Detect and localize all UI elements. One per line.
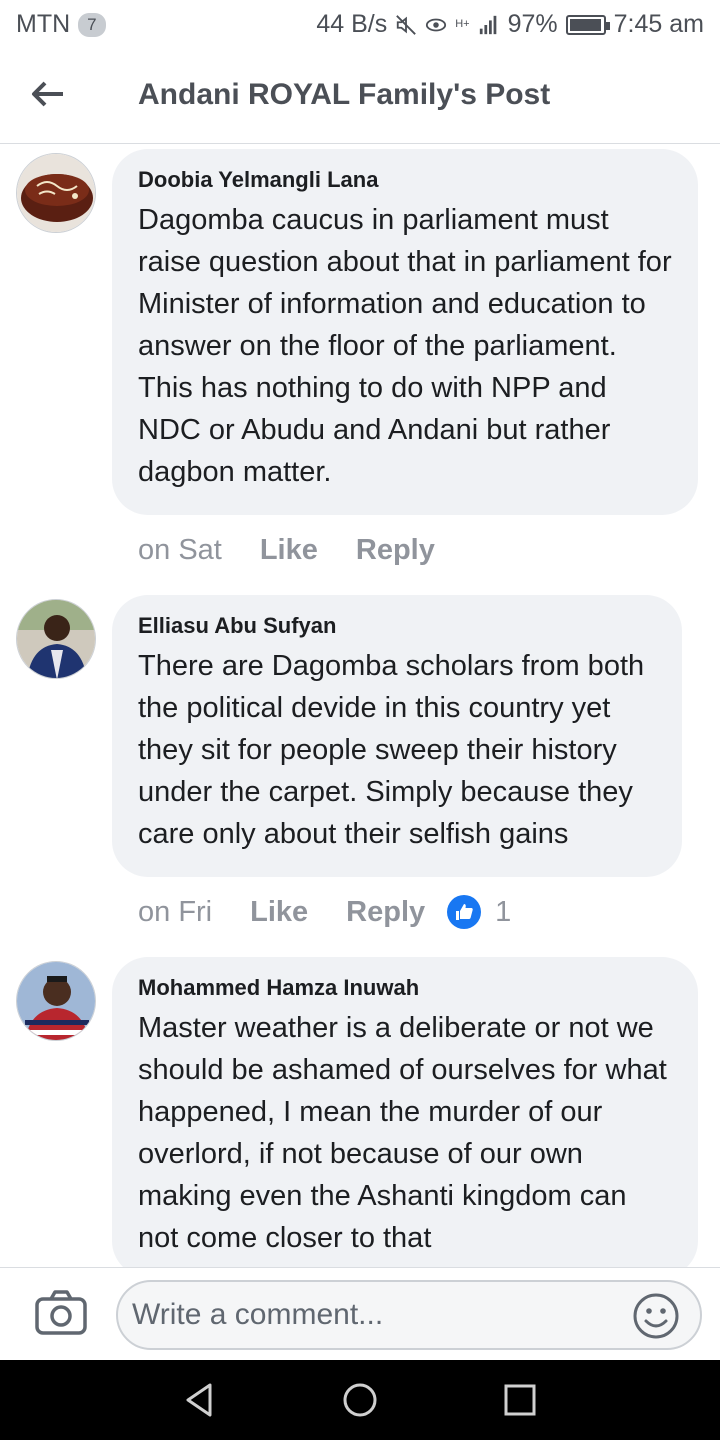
emoji-icon[interactable]: [632, 1292, 680, 1340]
status-left: MTN 7: [16, 10, 106, 39]
eye-icon: [426, 18, 447, 31]
clock: 7:45 am: [613, 10, 704, 38]
battery-fill: [569, 18, 601, 31]
battery-percent: 97%: [507, 10, 558, 38]
comment-item: Doobia Yelmangli Lana Dagomba caucus in …: [0, 149, 720, 515]
birthday-cake-avatar-icon: [17, 154, 95, 232]
like-button[interactable]: Like: [250, 896, 308, 929]
comment-author[interactable]: Doobia Yelmangli Lana: [138, 167, 674, 193]
comment-author[interactable]: Mohammed Hamza Inuwah: [138, 975, 674, 1001]
person-avatar-icon: [17, 962, 95, 1040]
signal-icon: [479, 15, 496, 34]
notification-count-badge: 7: [78, 12, 106, 37]
reaction-count: 1: [495, 895, 512, 928]
mute-icon: [396, 14, 417, 35]
nav-back-icon[interactable]: [180, 1380, 220, 1420]
avatar[interactable]: [16, 153, 96, 233]
comment-list: Doobia Yelmangli Lana Dagomba caucus in …: [0, 145, 720, 1267]
reply-button[interactable]: Reply: [356, 534, 435, 567]
app-header: Andani ROYAL Family's Post: [0, 50, 720, 144]
comment-text: Master weather is a deliberate or not we…: [138, 1012, 667, 1254]
carrier-name: MTN: [16, 10, 71, 38]
status-right: 44 B/s H+ 97% 7:45 am: [316, 10, 704, 39]
comment-composer: [0, 1267, 720, 1360]
person-avatar-icon: [17, 600, 95, 678]
comment-item: Mohammed Hamza Inuwah Master weather is …: [0, 957, 720, 1267]
net-speed: 44 B/s: [316, 10, 388, 38]
comment-actions: on Fri Like Reply 1: [138, 879, 720, 945]
comment-text: There are Dagomba scholars from both the…: [138, 650, 645, 850]
back-arrow-icon: [32, 81, 63, 107]
system-nav-bar: [0, 1360, 720, 1440]
nav-recents-icon[interactable]: [500, 1380, 540, 1420]
network-type: H+: [455, 18, 470, 30]
reaction-summary[interactable]: 1: [447, 895, 511, 929]
thumbs-up-icon: [447, 895, 482, 929]
comment-bubble: Elliasu Abu Sufyan There are Dagomba sch…: [112, 595, 682, 877]
avatar[interactable]: [16, 599, 96, 679]
nav-home-icon[interactable]: [340, 1380, 380, 1420]
like-button[interactable]: Like: [260, 534, 318, 567]
comment-item: Elliasu Abu Sufyan There are Dagomba sch…: [0, 595, 720, 877]
comment-time[interactable]: on Fri: [138, 896, 212, 929]
camera-icon[interactable]: [34, 1288, 88, 1338]
comment-bubble: Mohammed Hamza Inuwah Master weather is …: [112, 957, 698, 1267]
page-title: Andani ROYAL Family's Post: [138, 78, 551, 111]
comment-bubble: Doobia Yelmangli Lana Dagomba caucus in …: [112, 149, 698, 515]
status-bar: MTN 7 44 B/s H+ 97% 7:45 am: [0, 0, 720, 50]
comment-input[interactable]: [116, 1280, 702, 1350]
battery-icon: [565, 14, 610, 35]
comment-text: Dagomba caucus in parliament must raise …: [138, 204, 672, 488]
comment-time[interactable]: on Sat: [138, 534, 222, 567]
avatar[interactable]: [16, 961, 96, 1041]
comment-actions: on Sat Like Reply: [138, 517, 720, 583]
reply-button[interactable]: Reply: [346, 896, 425, 929]
comment-author[interactable]: Elliasu Abu Sufyan: [138, 613, 658, 639]
back-button[interactable]: [26, 72, 70, 116]
